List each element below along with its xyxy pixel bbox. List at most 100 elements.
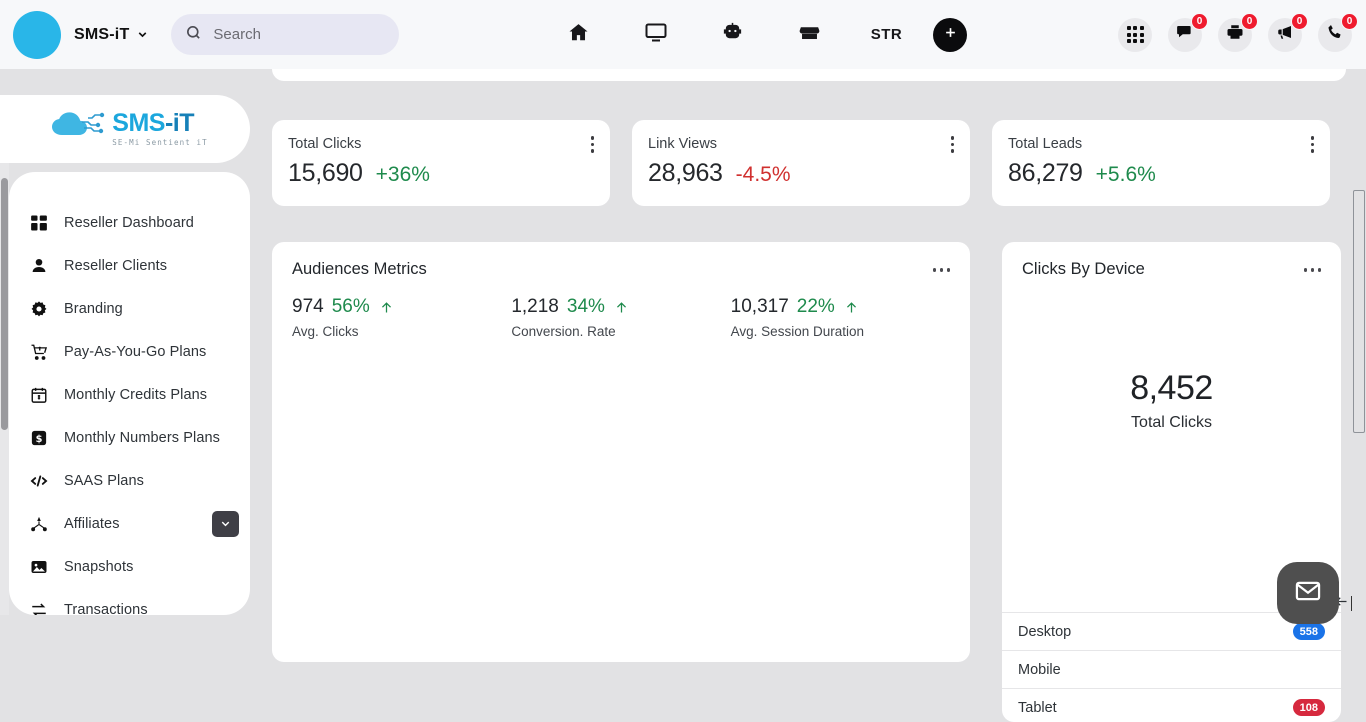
device-total-value: 8,452	[1002, 369, 1341, 408]
stat-card-menu-button[interactable]	[591, 136, 595, 153]
top-navigation-bar: SMS-iT STR	[0, 0, 1366, 69]
sidebar-item-affiliates[interactable]: Affiliates	[9, 502, 250, 545]
image-icon	[28, 556, 50, 578]
audience-metric-avg-clicks: 974 56% Avg. Clicks	[292, 296, 511, 339]
envelope-icon	[1294, 577, 1322, 610]
clicks-by-device-menu-button[interactable]	[1304, 268, 1322, 272]
sidebar-item-label: Transactions	[64, 602, 148, 616]
announcements-badge: 0	[1291, 13, 1308, 30]
device-count-badge	[1294, 661, 1325, 678]
messages-button[interactable]: 0	[1168, 18, 1202, 52]
add-button[interactable]	[933, 18, 967, 52]
message-fab-button[interactable]	[1277, 562, 1339, 624]
money-square-icon: $	[28, 427, 50, 449]
card-title: Audiences Metrics	[292, 260, 427, 279]
main-content: Total Clicks 15,690 +36% Link Views 28,9…	[250, 69, 1366, 641]
sidebar-item-monthly-credits-plans[interactable]: Monthly Credits Plans	[9, 373, 250, 416]
stat-value: 28,963	[648, 159, 723, 188]
stat-value: 86,279	[1008, 159, 1083, 188]
robot-icon	[721, 21, 744, 49]
megaphone-icon	[1276, 23, 1294, 46]
dashboard-grid-icon	[28, 212, 50, 234]
audiences-menu-button[interactable]	[933, 268, 951, 272]
arrow-up-icon	[379, 300, 394, 315]
sidebar-item-reseller-clients[interactable]: Reseller Clients	[9, 244, 250, 287]
device-name: Desktop	[1018, 624, 1071, 640]
chevron-down-icon[interactable]	[136, 28, 149, 41]
stat-card-total-leads: Total Leads 86,279 +5.6%	[992, 120, 1330, 206]
device-count-badge: 108	[1293, 699, 1325, 716]
metric-percent: 56%	[332, 296, 370, 318]
utility-nav: 0 0 0 0	[1118, 0, 1352, 69]
metric-percent: 22%	[797, 296, 835, 318]
sidebar-item-branding[interactable]: Branding	[9, 287, 250, 330]
sidebar-item-label: Monthly Credits Plans	[64, 387, 207, 403]
sidebar-item-label: Reseller Dashboard	[64, 215, 194, 231]
code-icon	[28, 470, 50, 492]
audience-metric-conversion-rate: 1,218 34% Conversion. Rate	[511, 296, 730, 339]
metric-value: 1,218	[511, 296, 559, 318]
clicks-by-device-card: Clicks By Device 8,452 Total Clicks Desk…	[1002, 242, 1341, 722]
apps-grid-button[interactable]	[1118, 18, 1152, 52]
search-box[interactable]	[171, 14, 399, 55]
transactions-icon	[28, 599, 50, 616]
sidebar-item-label: Monthly Numbers Plans	[64, 430, 220, 446]
logo-tagline: SE-Mi Sentient iT	[112, 138, 207, 147]
brand-avatar[interactable]	[13, 11, 61, 59]
metric-value: 974	[292, 296, 324, 318]
stat-title: Total Leads	[1008, 136, 1312, 152]
main-scrollbar-thumb[interactable]	[1353, 190, 1365, 433]
device-name: Tablet	[1018, 700, 1057, 716]
sidebar-item-saas-plans[interactable]: SAAS Plans	[9, 459, 250, 502]
sidebar-item-label: Branding	[64, 301, 123, 317]
brand-name: SMS-iT	[74, 26, 129, 44]
plus-icon	[943, 25, 958, 45]
arrow-up-icon	[614, 300, 629, 315]
device-count-badge: 558	[1293, 623, 1325, 640]
device-total-label: Total Clicks	[1002, 414, 1341, 432]
sidebar-item-label: Affiliates	[64, 516, 120, 532]
fax-badge: 0	[1241, 13, 1258, 30]
nav-display[interactable]	[617, 0, 694, 69]
metric-label: Avg. Session Duration	[731, 324, 950, 339]
sms-it-logo[interactable]: SMS-iT SE-Mi Sentient iT	[48, 110, 207, 149]
nav-bot[interactable]	[694, 0, 771, 69]
device-row-tablet[interactable]: Tablet 108	[1002, 688, 1341, 722]
sidebar-item-monthly-numbers-plans[interactable]: $ Monthly Numbers Plans	[9, 416, 250, 459]
audience-metric-avg-session-duration: 10,317 22% Avg. Session Duration	[731, 296, 950, 339]
nav-home[interactable]	[540, 0, 617, 69]
device-row-mobile[interactable]: Mobile	[1002, 650, 1341, 688]
sidebar-item-pay-as-you-go-plans[interactable]: Pay-As-You-Go Plans	[9, 330, 250, 373]
metric-value: 10,317	[731, 296, 789, 318]
sidebar-item-transactions[interactable]: Transactions	[9, 588, 250, 615]
device-name: Mobile	[1018, 662, 1061, 678]
search-input[interactable]	[213, 26, 383, 43]
sidebar-item-reseller-dashboard[interactable]: Reseller Dashboard	[9, 201, 250, 244]
sidebar-item-label: Pay-As-You-Go Plans	[64, 344, 206, 360]
messages-badge: 0	[1191, 13, 1208, 30]
network-icon	[28, 513, 50, 535]
calls-button[interactable]: 0	[1318, 18, 1352, 52]
stat-card-menu-button[interactable]	[951, 136, 955, 153]
sidebar-scrollbar-thumb[interactable]	[1, 178, 8, 430]
monitor-icon	[644, 20, 668, 49]
stat-card-menu-button[interactable]	[1311, 136, 1315, 153]
stat-delta: -4.5%	[736, 163, 791, 187]
metric-label: Avg. Clicks	[292, 324, 511, 339]
gear-icon	[28, 298, 50, 320]
announcements-button[interactable]: 0	[1268, 18, 1302, 52]
primary-nav: STR	[540, 0, 967, 69]
device-total-block: 8,452 Total Clicks	[1002, 369, 1341, 432]
logo-wordmark: SMS-iT	[112, 111, 207, 136]
nav-store[interactable]	[771, 0, 848, 69]
stat-card-row: Total Clicks 15,690 +36% Link Views 28,9…	[272, 120, 1330, 206]
stat-title: Link Views	[648, 136, 952, 152]
stat-title: Total Clicks	[288, 136, 592, 152]
nav-str[interactable]: STR	[848, 0, 925, 69]
sidebar-item-snapshots[interactable]: Snapshots	[9, 545, 250, 588]
card-title: Clicks By Device	[1022, 260, 1145, 279]
grid-apps-icon	[1127, 26, 1144, 43]
stat-card-link-views: Link Views 28,963 -4.5%	[632, 120, 970, 206]
sidebar-expand-affiliates[interactable]	[212, 511, 239, 537]
fax-button[interactable]: 0	[1218, 18, 1252, 52]
